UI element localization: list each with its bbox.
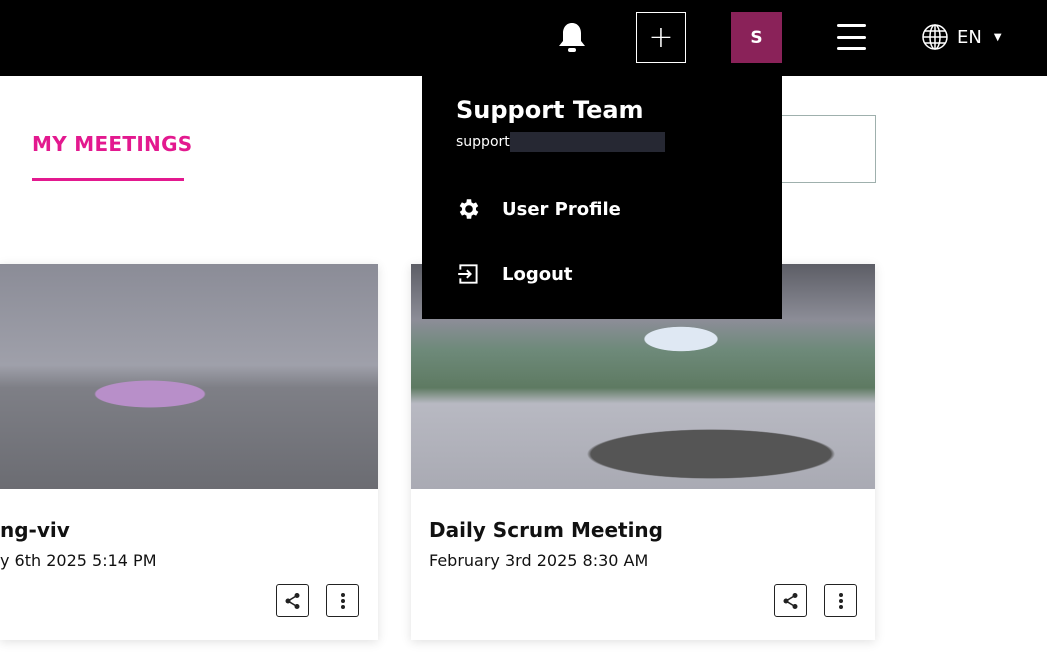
meeting-thumbnail[interactable] <box>0 264 378 489</box>
active-tab-indicator <box>32 178 184 181</box>
share-button[interactable] <box>774 584 807 617</box>
language-code: EN <box>957 26 982 48</box>
globe-icon <box>922 24 948 50</box>
bell-icon <box>559 23 585 52</box>
gear-icon <box>459 199 479 219</box>
more-vertical-icon <box>838 592 843 609</box>
avatar-button[interactable]: S <box>731 12 782 63</box>
menu-item-label: Logout <box>502 263 573 285</box>
plus-icon: + <box>648 20 674 55</box>
meeting-title: Daily Scrum Meeting <box>429 518 663 542</box>
share-icon <box>783 592 797 609</box>
hamburger-menu-icon <box>836 24 866 27</box>
share-icon <box>285 592 299 609</box>
user-name: Support Team <box>456 96 644 124</box>
create-meeting-button[interactable]: + <box>636 12 686 63</box>
meeting-date: y 6th 2025 5:14 PM <box>0 551 157 570</box>
redacted-email <box>509 132 665 152</box>
caret-down-icon: ▼ <box>993 31 1002 43</box>
avatar-initial: S <box>750 27 763 48</box>
more-options-button[interactable] <box>824 584 857 617</box>
tab-my-meetings[interactable]: MY MEETINGS <box>32 132 193 156</box>
menu-item-user-profile[interactable]: User Profile <box>456 196 621 222</box>
more-vertical-icon <box>340 592 345 609</box>
user-menu-dropdown: Support Team support User Profile Logout <box>422 76 782 319</box>
share-button[interactable] <box>276 584 309 617</box>
meeting-title: ng-viv <box>0 518 70 542</box>
notifications-button[interactable] <box>555 20 589 56</box>
hamburger-menu-button[interactable] <box>835 24 867 50</box>
user-email: support <box>456 132 665 152</box>
meeting-card[interactable]: Daily Scrum Meeting February 3rd 2025 8:… <box>411 264 875 640</box>
menu-item-logout[interactable]: Logout <box>456 261 573 287</box>
logout-icon <box>458 264 478 284</box>
meeting-card[interactable]: ng-viv y 6th 2025 5:14 PM <box>0 264 378 640</box>
meeting-date: February 3rd 2025 8:30 AM <box>429 551 649 570</box>
language-selector[interactable]: EN ▼ <box>921 22 1002 52</box>
top-bar: + S EN ▼ <box>0 0 1047 76</box>
user-email-text: support <box>456 134 510 150</box>
more-options-button[interactable] <box>326 584 359 617</box>
menu-item-label: User Profile <box>502 198 621 220</box>
